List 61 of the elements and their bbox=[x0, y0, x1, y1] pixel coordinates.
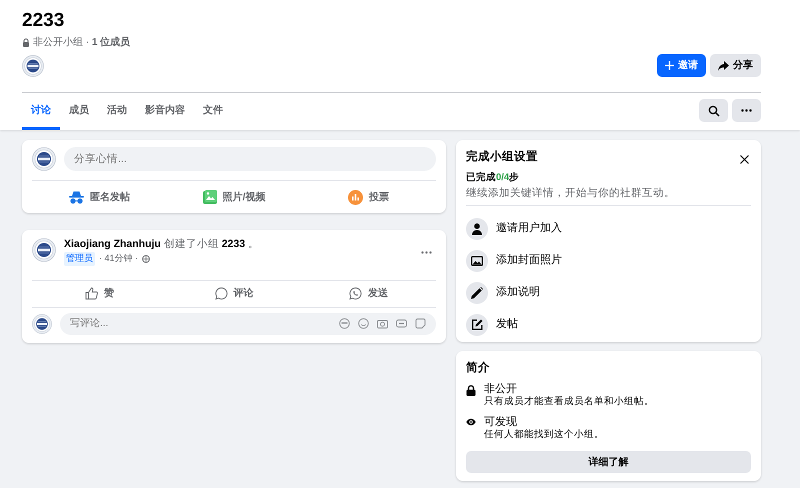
lock-icon bbox=[466, 385, 476, 396]
tab[interactable]: 影音内容 bbox=[136, 93, 194, 130]
post-time: · 41分钟 · bbox=[99, 252, 138, 265]
avatar-icon bbox=[32, 238, 56, 262]
card-title: 完成小组设置 bbox=[466, 149, 538, 165]
avatar-icon bbox=[32, 314, 52, 334]
incognito-icon bbox=[68, 190, 84, 204]
more-icon bbox=[421, 250, 432, 254]
poll-icon bbox=[348, 190, 364, 204]
group-subtitle: 非公开小组 · 1 位成员 bbox=[33, 36, 130, 50]
invite-button[interactable]: 邀请 bbox=[657, 54, 706, 77]
setup-step[interactable]: 邀请用户加入 bbox=[466, 212, 562, 244]
pencil-icon bbox=[471, 286, 483, 298]
tab[interactable]: 成员 bbox=[60, 93, 98, 130]
card-title: 简介 bbox=[466, 360, 491, 376]
thumbs-up-icon bbox=[84, 287, 98, 300]
avatar-icon bbox=[32, 147, 56, 171]
globe-icon bbox=[142, 254, 150, 263]
tab[interactable]: 文件 bbox=[194, 93, 232, 130]
tab[interactable]: 活动 bbox=[98, 93, 136, 130]
about-item-title: 非公开 bbox=[484, 383, 518, 396]
comment-field[interactable]: 写评论... bbox=[60, 312, 436, 334]
search-icon bbox=[708, 104, 720, 116]
setup-description: 继续添加关键详情，开始与你的社群互动。 bbox=[466, 186, 676, 201]
tab[interactable]: 讨论 bbox=[22, 93, 60, 130]
share-button[interactable]: 分享 bbox=[710, 54, 761, 77]
close-icon bbox=[740, 154, 749, 164]
search-button[interactable] bbox=[699, 99, 728, 122]
setup-step[interactable]: 添加说明 bbox=[466, 276, 540, 308]
plus-icon bbox=[665, 61, 674, 70]
learn-more-button[interactable]: 详细了解 bbox=[466, 451, 751, 474]
progress-text: 已完成0/4步 bbox=[466, 170, 520, 184]
post-headline: Xiaojiang Zhanhuju 创建了小组 2233 。 bbox=[64, 238, 260, 251]
emoji-icon bbox=[358, 318, 369, 328]
avatar-icon bbox=[22, 54, 44, 76]
eye-icon bbox=[466, 418, 476, 426]
about-item-text: 只有成员才能查看成员名单和小组帖。 bbox=[484, 396, 654, 408]
setup-step[interactable]: 添加封面照片 bbox=[466, 244, 562, 276]
comment-icon bbox=[214, 287, 228, 300]
share-icon bbox=[718, 60, 729, 70]
camera-icon bbox=[377, 318, 388, 328]
image-icon bbox=[471, 256, 483, 266]
more-icon bbox=[741, 109, 752, 112]
post-action[interactable]: 赞 bbox=[32, 280, 167, 306]
about-item-title: 可发现 bbox=[484, 416, 518, 429]
photo-icon bbox=[202, 190, 217, 204]
status-input[interactable]: 分享心情... bbox=[64, 147, 436, 171]
composer-action[interactable]: 照片/视频 bbox=[166, 181, 302, 213]
sticker-icon bbox=[415, 318, 426, 328]
role-badge: 管理员 bbox=[64, 252, 95, 266]
post-action[interactable]: 评论 bbox=[166, 280, 302, 306]
post-action[interactable]: 发送 bbox=[301, 280, 436, 306]
composer-action[interactable]: 投票 bbox=[301, 181, 436, 213]
composer-action[interactable]: 匿名发帖 bbox=[32, 181, 167, 213]
edit-icon bbox=[471, 318, 483, 330]
person-icon bbox=[471, 222, 483, 234]
group-title: 2233 bbox=[22, 10, 66, 32]
chat-icon bbox=[349, 287, 362, 300]
about-item-text: 任何人都能找到这个小组。 bbox=[484, 429, 604, 442]
setup-step[interactable]: 发帖 bbox=[466, 308, 518, 340]
lock-icon bbox=[22, 38, 30, 47]
